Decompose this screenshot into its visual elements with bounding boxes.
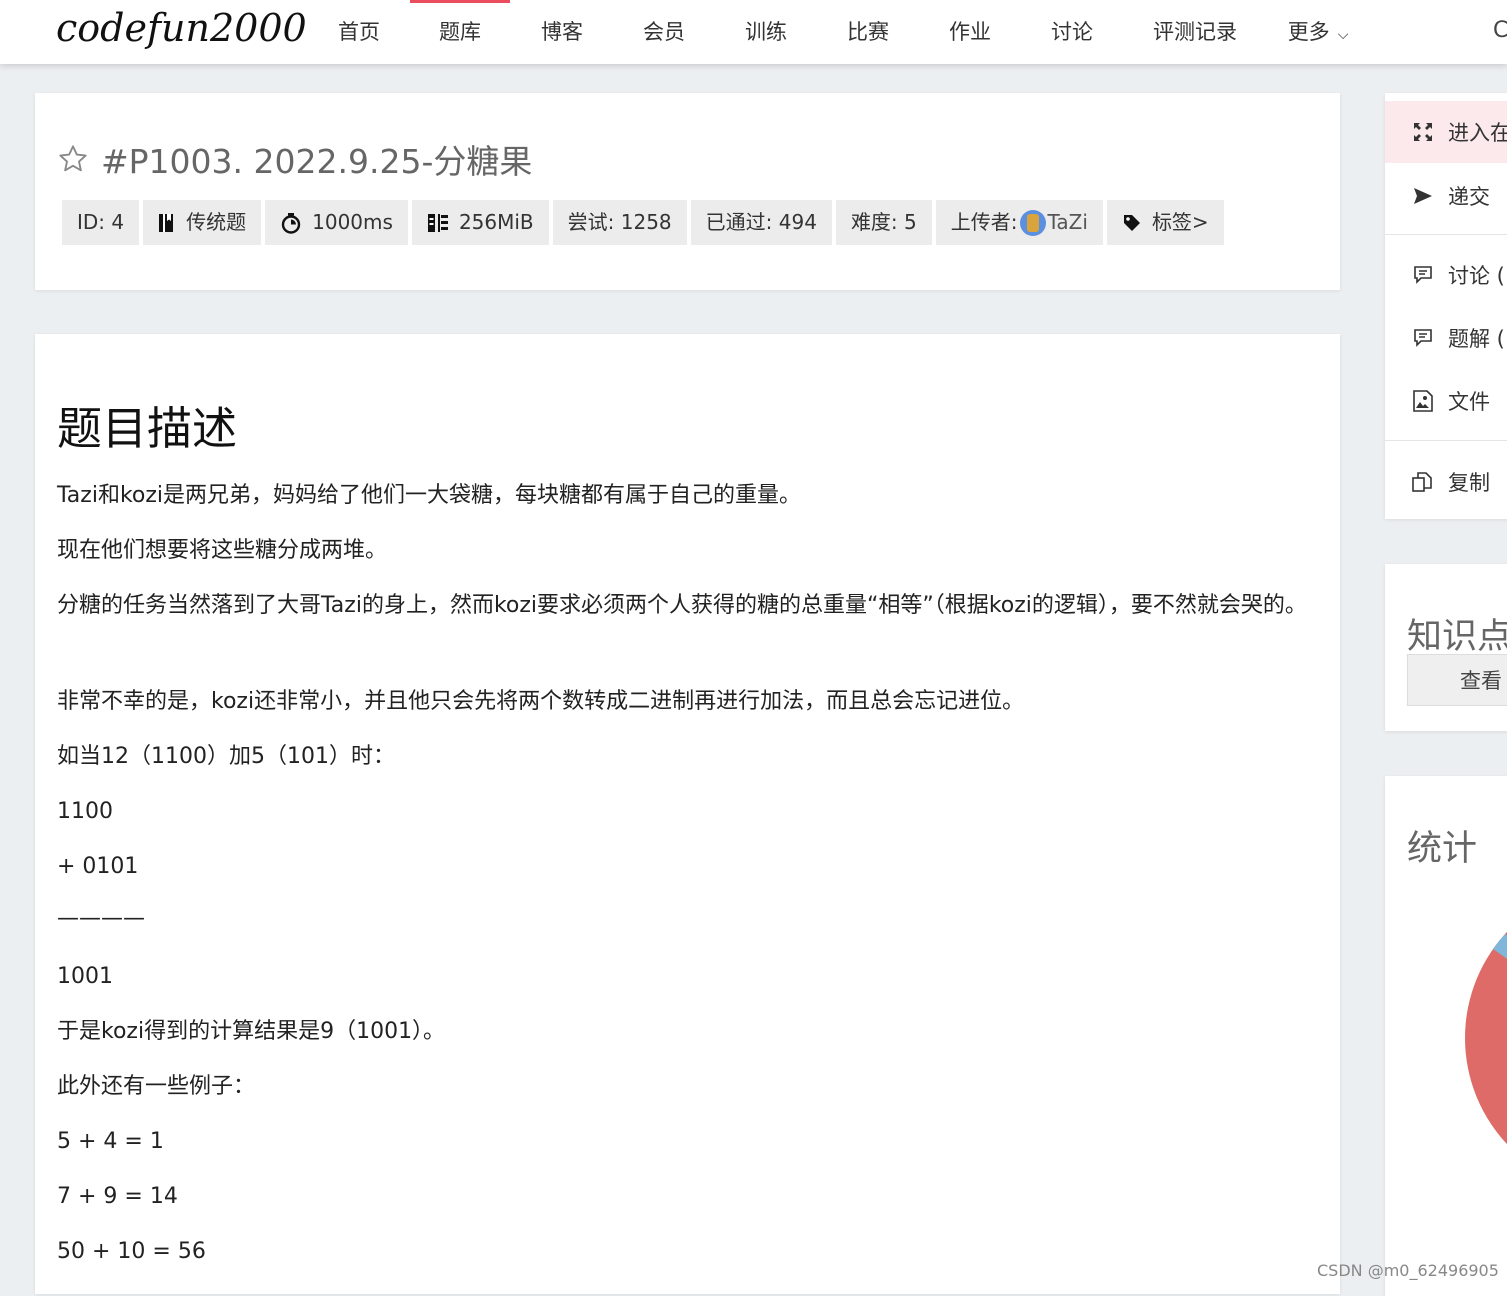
view-knowledge-button[interactable]: 查看 <box>1407 654 1507 706</box>
desc-paragraph: 于是kozi得到的计算结果是9（1001）。 <box>57 1019 446 1044</box>
site-logo[interactable]: codefun2000 <box>56 6 307 50</box>
chevron-down-icon: ⌵ <box>1337 27 1349 43</box>
nav-more[interactable]: 更多 ⌵ <box>1258 0 1378 64</box>
problem-side-menu: 进入在 递交 讨论 ( 题解 ( 文件 复制 <box>1385 93 1507 519</box>
copy-icon <box>1411 470 1435 494</box>
stopwatch-icon <box>281 212 301 234</box>
badge-difficulty: 难度: 5 <box>835 200 932 245</box>
problem-header-card: #P1003. 2022.9.25-分糖果 ID: 4 传统题 1000ms 2… <box>35 93 1340 290</box>
image-file-icon <box>1411 389 1435 413</box>
menu-discussion-label: 讨论 ( <box>1448 264 1505 288</box>
desc-paragraph: 分糖的任务当然落到了大哥Tazi的身上，然而kozi要求必须两个人获得的糖的总重… <box>57 593 1307 618</box>
desc-paragraph: 非常不幸的是，kozi还非常小，并且他只会先将两个数转成二进制再进行加法，而且总… <box>57 689 1025 714</box>
star-icon[interactable] <box>57 143 89 175</box>
problem-badges: ID: 4 传统题 1000ms 256MiB 尝试: 1258 已通过: 49… <box>62 200 1228 245</box>
watermark: CSDN @m0_62496905 <box>1317 1261 1499 1280</box>
badge-type: 传统题 <box>143 200 262 245</box>
menu-discussion[interactable]: 讨论 ( <box>1385 244 1507 306</box>
stats-card: 统计 <box>1385 776 1507 1296</box>
menu-files-label: 文件 <box>1448 390 1490 414</box>
badge-passed: 已通过: 494 <box>690 200 832 245</box>
fullscreen-icon <box>1411 120 1435 144</box>
knowledge-title: 知识点 <box>1407 617 1507 657</box>
nav-records[interactable]: 评测记录 <box>1132 0 1258 64</box>
badge-difficulty-text: 难度: 5 <box>850 210 917 234</box>
badge-uploader[interactable]: 上传者: TaZi <box>935 200 1103 245</box>
menu-solutions[interactable]: 题解 ( <box>1385 307 1507 369</box>
top-navbar: codefun2000 首页 题库 博客 会员 训练 比赛 作业 讨论 评测记录… <box>0 0 1507 64</box>
menu-copy[interactable]: 复制 <box>1385 451 1507 513</box>
desc-paragraph: 此外还有一些例子： <box>57 1074 256 1099</box>
menu-copy-label: 复制 <box>1448 471 1490 495</box>
desc-paragraph: 如当12（1100）加5（101）时： <box>57 744 395 769</box>
badge-time-text: 1000ms <box>312 210 393 234</box>
comment-icon <box>1411 263 1435 287</box>
top-right-partial[interactable]: C <box>1493 18 1507 43</box>
comment-icon <box>1411 326 1435 350</box>
nav-contest[interactable]: 比赛 <box>808 0 928 64</box>
badge-id-text: ID: 4 <box>77 210 125 234</box>
nav-blog[interactable]: 博客 <box>520 0 604 64</box>
knowledge-card: 知识点 查看 <box>1385 564 1507 731</box>
pie-slice-red <box>1465 931 1507 1145</box>
desc-paragraph: 50 + 10 = 56 <box>57 1239 206 1264</box>
desc-paragraph: 现在他们想要将这些糖分成两堆。 <box>57 538 388 563</box>
menu-divider <box>1385 234 1507 235</box>
memory-icon <box>427 213 448 232</box>
book-icon <box>159 213 174 232</box>
desc-paragraph: ———— <box>57 906 145 931</box>
nav-homework[interactable]: 作业 <box>928 0 1012 64</box>
desc-paragraph: 5 + 4 = 1 <box>57 1129 164 1154</box>
badge-passed-text: 已通过: 494 <box>705 210 817 234</box>
nav-training[interactable]: 训练 <box>724 0 808 64</box>
badge-type-text: 传统题 <box>186 210 247 234</box>
section-title-description: 题目描述 <box>57 402 238 455</box>
send-icon <box>1411 184 1435 208</box>
menu-files[interactable]: 文件 <box>1385 370 1507 432</box>
badge-tried: 尝试: 1258 <box>552 200 687 245</box>
main-nav: 首页 题库 博客 会员 训练 比赛 作业 讨论 评测记录 更多 ⌵ <box>318 0 1378 64</box>
menu-divider <box>1385 440 1507 441</box>
menu-submit-label: 递交 <box>1448 185 1490 209</box>
badge-memory: 256MiB <box>411 200 549 245</box>
badge-memory-text: 256MiB <box>458 210 534 234</box>
nav-problems[interactable]: 题库 <box>400 0 520 64</box>
nav-home[interactable]: 首页 <box>318 0 400 64</box>
uploader-avatar <box>1019 209 1046 236</box>
uploader-label: 上传者: <box>950 210 1018 234</box>
problem-title: #P1003. 2022.9.25-分糖果 <box>101 142 533 181</box>
desc-paragraph: 1100 <box>57 799 113 824</box>
desc-paragraph: 1001 <box>57 964 113 989</box>
badge-tags-text: 标签> <box>1151 210 1209 234</box>
badge-tags[interactable]: 标签> <box>1106 200 1224 245</box>
desc-paragraph: Tazi和kozi是两兄弟，妈妈给了他们一大袋糖，每块糖都有属于自己的重量。 <box>57 483 802 508</box>
desc-paragraph: 7 + 9 = 14 <box>57 1184 178 1209</box>
badge-id: ID: 4 <box>62 200 140 245</box>
badge-time: 1000ms <box>265 200 408 245</box>
nav-discussion[interactable]: 讨论 <box>1012 0 1132 64</box>
tag-icon <box>1123 214 1140 231</box>
menu-enter-online[interactable]: 进入在 <box>1385 101 1507 163</box>
menu-enter-online-label: 进入在 <box>1448 121 1507 145</box>
problem-description-card: 题目描述 Tazi和kozi是两兄弟，妈妈给了他们一大袋糖，每块糖都有属于自己的… <box>35 334 1340 1294</box>
desc-paragraph: + 0101 <box>57 854 139 879</box>
stats-pie-chart[interactable] <box>1385 776 1507 1296</box>
badge-tried-text: 尝试: 1258 <box>567 210 672 234</box>
menu-submit[interactable]: 递交 <box>1385 165 1507 227</box>
problem-title-row: #P1003. 2022.9.25-分糖果 <box>57 135 532 183</box>
nav-more-label: 更多 <box>1287 20 1330 44</box>
menu-solutions-label: 题解 ( <box>1448 327 1505 351</box>
nav-membership[interactable]: 会员 <box>604 0 724 64</box>
uploader-name[interactable]: TaZi <box>1048 200 1088 245</box>
